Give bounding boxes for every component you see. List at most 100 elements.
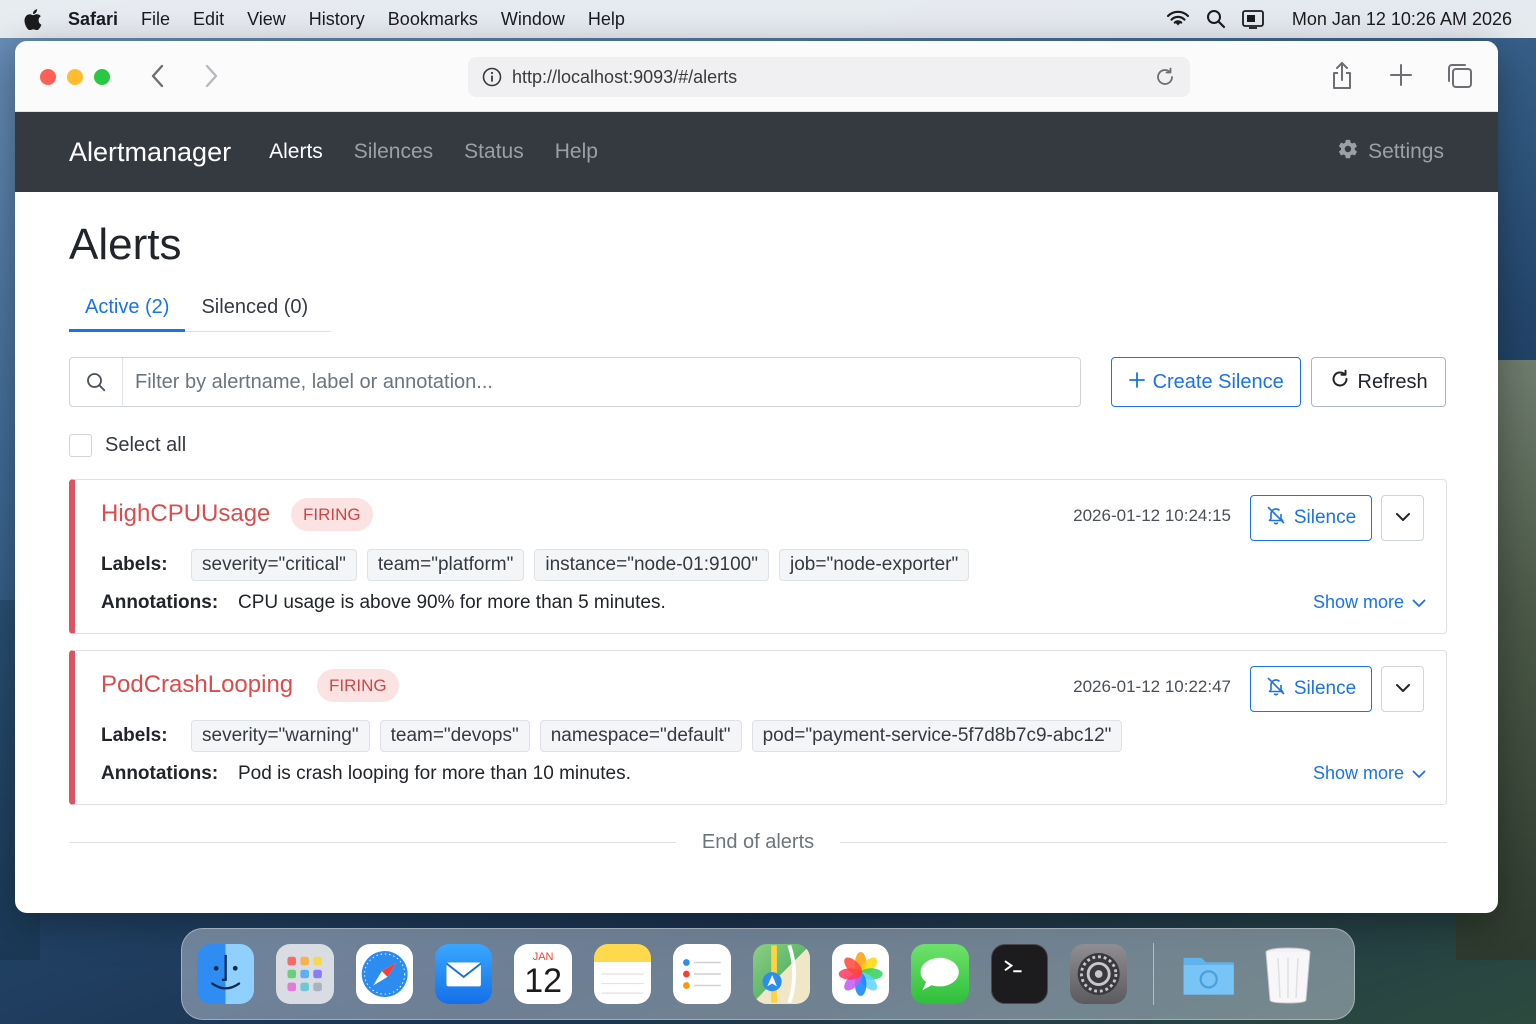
label-chip[interactable]: team="platform" bbox=[366, 549, 525, 581]
alert-name[interactable]: HighCPUUsage bbox=[101, 500, 270, 528]
filter-row: Create Silence Refresh bbox=[69, 357, 1446, 407]
label-chip[interactable]: job="node-exporter" bbox=[779, 549, 970, 581]
downloads-folder-icon[interactable] bbox=[1180, 944, 1237, 1004]
select-all-checkbox[interactable] bbox=[69, 434, 92, 457]
create-silence-label: Create Silence bbox=[1152, 370, 1284, 393]
alert-menu-button[interactable] bbox=[1381, 495, 1424, 541]
label-chip[interactable]: severity="warning" bbox=[191, 720, 370, 752]
nav-help[interactable]: Help bbox=[555, 140, 598, 164]
label-chip[interactable]: severity="critical" bbox=[191, 549, 357, 581]
silence-button[interactable]: Silence bbox=[1250, 495, 1372, 541]
alert-card: HighCPUUsage FIRING 2026-01-12 10:24:15 … bbox=[69, 479, 1447, 634]
plus-icon bbox=[1128, 371, 1145, 394]
dock-separator bbox=[1153, 943, 1155, 1005]
label-chip[interactable]: pod="payment-service-5f7d8b7c9-abc12" bbox=[751, 720, 1123, 752]
share-icon[interactable] bbox=[1329, 61, 1355, 96]
label-chip[interactable]: namespace="default" bbox=[539, 720, 742, 752]
finder-icon[interactable] bbox=[197, 944, 255, 1004]
apple-icon[interactable] bbox=[24, 8, 46, 30]
show-more-link[interactable]: Show more bbox=[1313, 763, 1426, 784]
maps-icon[interactable] bbox=[752, 944, 810, 1004]
nav-silences[interactable]: Silences bbox=[354, 140, 433, 164]
alert-menu-button[interactable] bbox=[1381, 666, 1424, 712]
menu-edit[interactable]: Edit bbox=[193, 9, 224, 30]
silence-label: Silence bbox=[1293, 678, 1357, 699]
chevron-down-icon bbox=[1395, 680, 1411, 698]
alert-name[interactable]: PodCrashLooping bbox=[101, 671, 293, 699]
reload-icon[interactable] bbox=[1154, 66, 1176, 88]
labels-row: Labels: severity="critical" team="platfo… bbox=[101, 549, 979, 581]
show-more-link[interactable]: Show more bbox=[1313, 592, 1426, 613]
tab-silenced[interactable]: Silenced (0) bbox=[185, 296, 324, 331]
calendar-icon[interactable]: JAN 12 bbox=[514, 944, 572, 1004]
nav-alerts[interactable]: Alerts bbox=[269, 140, 323, 164]
bell-slash-icon bbox=[1266, 505, 1286, 531]
select-all-label[interactable]: Select all bbox=[105, 434, 186, 457]
filter-group bbox=[69, 357, 1082, 407]
end-of-alerts: End of alerts bbox=[69, 831, 1448, 854]
gear-icon bbox=[1337, 138, 1359, 166]
refresh-button[interactable]: Refresh bbox=[1311, 357, 1446, 407]
system-settings-icon[interactable] bbox=[1070, 944, 1128, 1004]
annotations-row: Annotations: CPU usage is above 90% for … bbox=[101, 592, 666, 614]
page-title: Alerts bbox=[69, 220, 182, 269]
show-more-label: Show more bbox=[1312, 592, 1404, 612]
new-tab-plus-icon[interactable] bbox=[1389, 63, 1413, 92]
menu-bookmarks[interactable]: Bookmarks bbox=[388, 9, 478, 30]
brand-logo-text[interactable]: Alertmanager bbox=[69, 137, 231, 168]
silence-button[interactable]: Silence bbox=[1250, 666, 1372, 712]
annotation-text: CPU usage is above 90% for more than 5 m… bbox=[238, 592, 666, 613]
status-badge: FIRING bbox=[291, 498, 373, 531]
dock: JAN 12 bbox=[181, 928, 1355, 1020]
reminders-icon[interactable] bbox=[673, 944, 731, 1004]
chevron-down-icon bbox=[1395, 509, 1411, 527]
annotation-text: Pod is crash looping for more than 10 mi… bbox=[238, 763, 631, 784]
divider bbox=[840, 842, 1448, 843]
divider bbox=[69, 842, 676, 843]
notes-icon[interactable] bbox=[593, 944, 652, 1004]
create-silence-button[interactable]: Create Silence bbox=[1111, 357, 1302, 407]
menu-view[interactable]: View bbox=[247, 9, 286, 30]
refresh-label: Refresh bbox=[1357, 370, 1428, 393]
label-chip[interactable]: team="devops" bbox=[379, 720, 530, 752]
mail-icon[interactable] bbox=[435, 944, 493, 1004]
address-bar[interactable]: http://localhost:9093/#/alerts bbox=[468, 57, 1190, 97]
forward-arrow-icon[interactable] bbox=[201, 63, 221, 94]
annotations-title: Annotations: bbox=[101, 763, 219, 784]
spotlight-search-icon[interactable] bbox=[1206, 9, 1226, 29]
safari-icon[interactable] bbox=[355, 944, 414, 1004]
menu-app-name[interactable]: Safari bbox=[68, 9, 118, 30]
trash-icon[interactable] bbox=[1260, 944, 1317, 1004]
filter-input[interactable] bbox=[123, 370, 1081, 394]
settings-label: Settings bbox=[1368, 140, 1444, 163]
terminal-icon[interactable] bbox=[990, 944, 1049, 1004]
menu-window[interactable]: Window bbox=[501, 9, 565, 30]
menu-help[interactable]: Help bbox=[588, 9, 625, 30]
info-icon[interactable] bbox=[482, 67, 502, 87]
messages-icon[interactable] bbox=[911, 944, 969, 1004]
menu-file[interactable]: File bbox=[141, 9, 170, 30]
end-of-alerts-text: End of alerts bbox=[701, 831, 815, 853]
alert-timestamp: 2026-01-12 10:24:15 bbox=[1073, 506, 1231, 525]
annotations-row: Annotations: Pod is crash looping for mo… bbox=[101, 763, 631, 785]
photos-icon[interactable] bbox=[831, 944, 890, 1004]
settings-link[interactable]: Settings bbox=[1337, 138, 1444, 166]
label-chip[interactable]: instance="node-01:9100" bbox=[534, 549, 769, 581]
control-center-icon[interactable] bbox=[1241, 9, 1264, 29]
launchpad-icon[interactable] bbox=[276, 944, 334, 1004]
menu-history[interactable]: History bbox=[309, 9, 365, 30]
safari-window: http://localhost:9093/#/alerts Alertmana… bbox=[15, 41, 1498, 913]
silence-label: Silence bbox=[1293, 507, 1357, 528]
labels-title: Labels: bbox=[101, 554, 168, 575]
menubar-clock[interactable]: Mon Jan 12 10:26 AM 2026 bbox=[1292, 9, 1512, 30]
bell-slash-icon bbox=[1266, 676, 1286, 702]
zoom-window-button[interactable] bbox=[94, 69, 110, 85]
back-arrow-icon[interactable] bbox=[148, 63, 168, 94]
tab-overview-icon[interactable] bbox=[1447, 63, 1473, 94]
close-window-button[interactable] bbox=[40, 69, 56, 85]
nav-status[interactable]: Status bbox=[464, 140, 524, 164]
wifi-icon[interactable] bbox=[1166, 10, 1190, 28]
minimize-window-button[interactable] bbox=[67, 69, 83, 85]
tab-active[interactable]: Active (2) bbox=[69, 296, 186, 332]
url-text[interactable]: http://localhost:9093/#/alerts bbox=[512, 67, 737, 88]
